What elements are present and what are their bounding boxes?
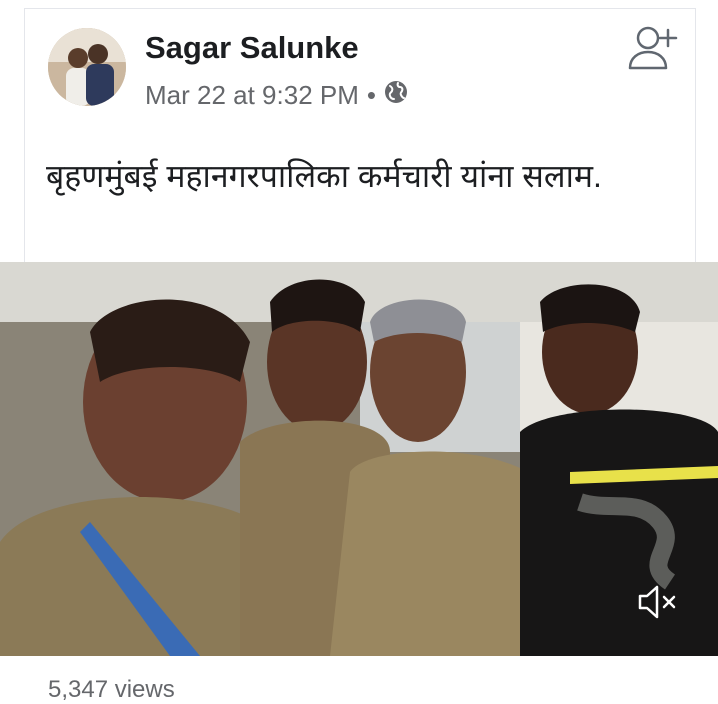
author-name[interactable]: Sagar Salunke bbox=[145, 30, 359, 66]
video-frame bbox=[0, 262, 718, 656]
post-video[interactable] bbox=[0, 262, 718, 656]
post-card bbox=[24, 8, 696, 263]
author-avatar[interactable] bbox=[48, 28, 126, 106]
post-timestamp[interactable]: Mar 22 at 9:32 PM bbox=[145, 80, 359, 111]
view-count: 5,347 views bbox=[48, 676, 175, 703]
post-text: बृहणमुंबई महानगरपालिका कर्मचारी यांना सल… bbox=[46, 158, 602, 194]
speaker-muted-icon bbox=[638, 585, 676, 619]
post-meta: Mar 22 at 9:32 PM • bbox=[145, 80, 408, 111]
avatar-photo bbox=[48, 28, 126, 106]
globe-icon bbox=[384, 80, 408, 111]
meta-separator: • bbox=[366, 80, 376, 110]
add-friend-icon[interactable] bbox=[626, 24, 678, 72]
mute-button[interactable] bbox=[636, 584, 680, 620]
